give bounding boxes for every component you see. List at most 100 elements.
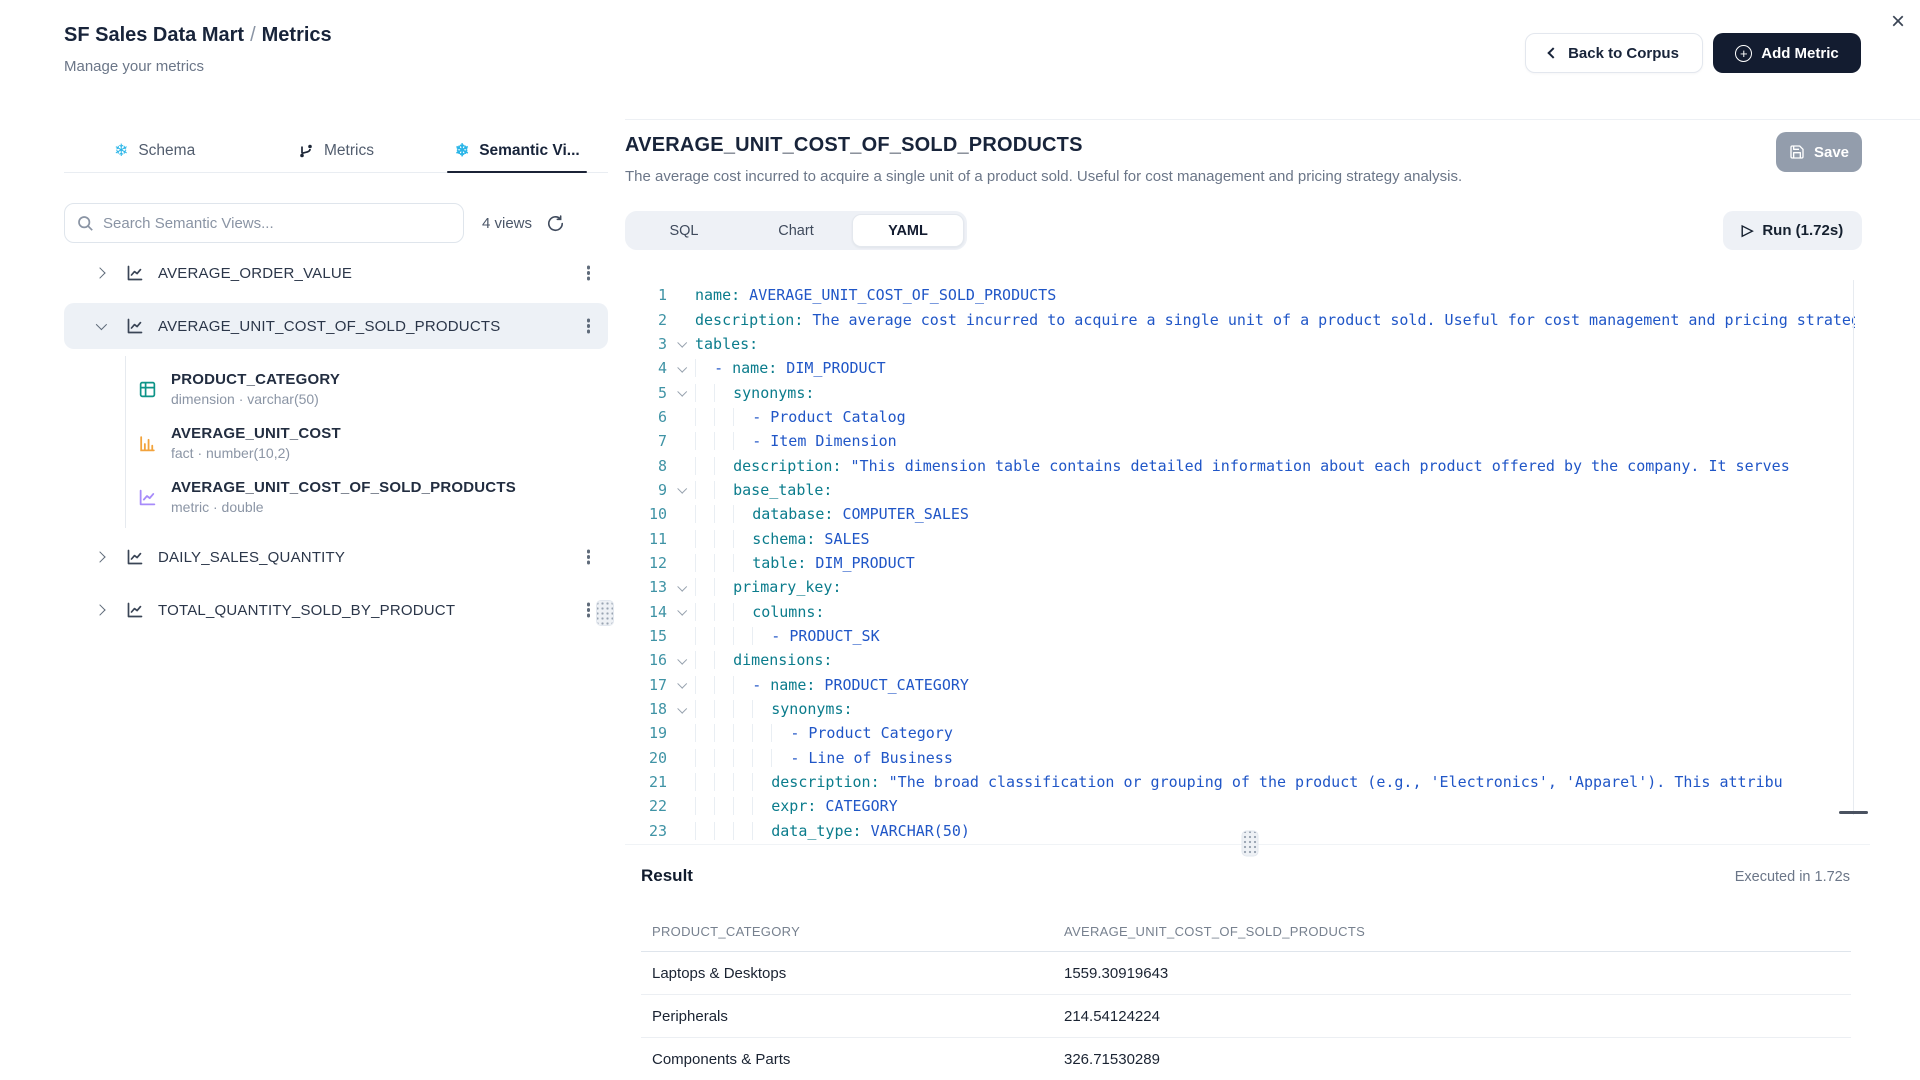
code-line[interactable]: 6 - Product Catalog bbox=[625, 405, 1855, 429]
table-cell: 214.54124224 bbox=[1053, 1008, 1851, 1025]
code-text: database: COMPUTER_SALES bbox=[695, 505, 1855, 523]
back-to-corpus-button[interactable]: Back to Corpus bbox=[1525, 33, 1703, 73]
fold-chevron-icon[interactable] bbox=[677, 338, 687, 348]
line-chart-icon bbox=[126, 548, 144, 566]
tree-row-total-quantity-sold-by-product[interactable]: TOTAL_QUANTITY_SOLD_BY_PRODUCT bbox=[64, 587, 608, 633]
table-cell: 1559.30919643 bbox=[1053, 965, 1851, 982]
save-button[interactable]: Save bbox=[1776, 132, 1862, 172]
fold-gutter bbox=[667, 657, 695, 664]
fold-chevron-icon[interactable] bbox=[677, 484, 687, 494]
line-number: 22 bbox=[625, 797, 667, 815]
tab-metrics[interactable]: Metrics bbox=[245, 129, 426, 172]
kebab-menu-icon[interactable] bbox=[587, 271, 591, 275]
code-line[interactable]: 5 synonyms: bbox=[625, 380, 1855, 404]
line-number: 11 bbox=[625, 530, 667, 548]
tab-semantic-views[interactable]: ❄ Semantic Vi... bbox=[427, 129, 608, 172]
code-line[interactable]: 22 expr: CATEGORY bbox=[625, 794, 1855, 818]
code-line[interactable]: 4 - name: DIM_PRODUCT bbox=[625, 356, 1855, 380]
code-line[interactable]: 12 table: DIM_PRODUCT bbox=[625, 551, 1855, 575]
code-line[interactable]: 2description: The average cost incurred … bbox=[625, 307, 1855, 331]
breadcrumb-current: Metrics bbox=[262, 24, 332, 46]
tab-sql[interactable]: SQL bbox=[628, 214, 740, 247]
line-number: 21 bbox=[625, 773, 667, 791]
tree-child-product-category[interactable]: PRODUCT_CATEGORY dimension · varchar(50) bbox=[138, 362, 608, 416]
line-number: 4 bbox=[625, 359, 667, 377]
view-tab-group: SQL Chart YAML bbox=[625, 211, 967, 250]
line-number: 6 bbox=[625, 408, 667, 426]
code-line[interactable]: 8 description: "This dimension table con… bbox=[625, 453, 1855, 477]
line-number: 14 bbox=[625, 603, 667, 621]
editor-horizontal-scrollbar-thumb[interactable] bbox=[1839, 811, 1868, 814]
line-number: 3 bbox=[625, 335, 667, 353]
views-count: 4 views bbox=[482, 215, 532, 232]
snowflake-icon: ❄ bbox=[455, 142, 469, 159]
fold-chevron-icon[interactable] bbox=[677, 655, 687, 665]
code-line[interactable]: 10 database: COMPUTER_SALES bbox=[625, 502, 1855, 526]
fold-chevron-icon[interactable] bbox=[677, 703, 687, 713]
code-line[interactable]: 17 - name: PRODUCT_CATEGORY bbox=[625, 673, 1855, 697]
yaml-editor[interactable]: 1 name: AVERAGE_UNIT_COST_OF_SOLD_PRODUCT… bbox=[625, 270, 1855, 846]
code-line[interactable]: 14 columns: bbox=[625, 599, 1855, 623]
refresh-icon[interactable] bbox=[546, 214, 565, 233]
breadcrumb-root[interactable]: SF Sales Data Mart bbox=[64, 24, 244, 46]
code-text: expr: CATEGORY bbox=[695, 797, 1855, 815]
code-line[interactable]: 16 dimensions: bbox=[625, 648, 1855, 672]
tab-yaml[interactable]: YAML bbox=[852, 214, 964, 247]
line-number: 20 bbox=[625, 749, 667, 767]
table-grid-icon bbox=[138, 380, 157, 399]
code-text: - Line of Business bbox=[695, 749, 1855, 767]
fold-chevron-icon[interactable] bbox=[677, 606, 687, 616]
fold-chevron-icon[interactable] bbox=[677, 582, 687, 592]
kebab-menu-icon[interactable] bbox=[587, 555, 591, 559]
chevron-down-icon[interactable] bbox=[96, 319, 107, 330]
line-number: 1 bbox=[625, 286, 667, 304]
code-line[interactable]: 11 schema: SALES bbox=[625, 526, 1855, 550]
run-label: Run (1.72s) bbox=[1762, 222, 1843, 239]
search-box[interactable] bbox=[64, 203, 464, 243]
tree-row-label: TOTAL_QUANTITY_SOLD_BY_PRODUCT bbox=[158, 602, 583, 619]
tree-child-meta: metric · double bbox=[171, 499, 516, 515]
code-line[interactable]: 21 description: "The broad classificatio… bbox=[625, 770, 1855, 794]
code-line[interactable]: 20 - Line of Business bbox=[625, 746, 1855, 770]
breadcrumb-separator: / bbox=[250, 24, 256, 46]
result-resize-handle[interactable] bbox=[1242, 831, 1259, 857]
chevron-right-icon[interactable] bbox=[94, 267, 105, 278]
code-text: name: AVERAGE_UNIT_COST_OF_SOLD_PRODUCTS bbox=[695, 286, 1855, 304]
code-line[interactable]: 19 - Product Category bbox=[625, 721, 1855, 745]
tree-child-average-unit-cost-of-sold-products[interactable]: AVERAGE_UNIT_COST_OF_SOLD_PRODUCTS metri… bbox=[138, 470, 608, 524]
tab-chart[interactable]: Chart bbox=[740, 214, 852, 247]
code-line[interactable]: 13 primary_key: bbox=[625, 575, 1855, 599]
code-text: - name: PRODUCT_CATEGORY bbox=[695, 676, 1855, 694]
add-metric-button[interactable]: + Add Metric bbox=[1713, 33, 1861, 73]
run-button[interactable]: ▷ Run (1.72s) bbox=[1723, 211, 1862, 250]
kebab-menu-icon[interactable] bbox=[587, 324, 591, 328]
chevron-right-icon[interactable] bbox=[94, 604, 105, 615]
close-icon[interactable]: × bbox=[1891, 8, 1905, 36]
editor-vertical-scrollbar[interactable] bbox=[1853, 280, 1854, 815]
line-number: 13 bbox=[625, 578, 667, 596]
metric-description: The average cost incurred to acquire a s… bbox=[625, 168, 1462, 185]
code-line[interactable]: 23 data_type: VARCHAR(50) bbox=[625, 819, 1855, 843]
tree-child-name: AVERAGE_UNIT_COST_OF_SOLD_PRODUCTS bbox=[171, 479, 516, 496]
panel-resize-handle[interactable] bbox=[596, 600, 614, 626]
code-line[interactable]: 9 base_table: bbox=[625, 478, 1855, 502]
tree-row-daily-sales-quantity[interactable]: DAILY_SALES_QUANTITY bbox=[64, 534, 608, 580]
code-line[interactable]: 1 name: AVERAGE_UNIT_COST_OF_SOLD_PRODUCT… bbox=[625, 283, 1855, 307]
kebab-menu-icon[interactable] bbox=[587, 608, 591, 612]
fold-chevron-icon[interactable] bbox=[677, 679, 687, 689]
fold-gutter bbox=[667, 365, 695, 372]
tree-row-label: DAILY_SALES_QUANTITY bbox=[158, 549, 583, 566]
code-line[interactable]: 15 - PRODUCT_SK bbox=[625, 624, 1855, 648]
fold-chevron-icon[interactable] bbox=[677, 387, 687, 397]
tree-row-average-unit-cost-of-sold-products[interactable]: AVERAGE_UNIT_COST_OF_SOLD_PRODUCTS bbox=[64, 303, 608, 349]
search-input[interactable] bbox=[103, 215, 451, 232]
code-line[interactable]: 3tables: bbox=[625, 332, 1855, 356]
fold-chevron-icon[interactable] bbox=[677, 363, 687, 373]
chevron-right-icon[interactable] bbox=[94, 551, 105, 562]
code-line[interactable]: 18 synonyms: bbox=[625, 697, 1855, 721]
tab-schema[interactable]: ❄ Schema bbox=[64, 129, 245, 172]
tree-child-average-unit-cost[interactable]: AVERAGE_UNIT_COST fact · number(10,2) bbox=[138, 416, 608, 470]
code-text: - Product Category bbox=[695, 724, 1855, 742]
tree-row-average-order-value[interactable]: AVERAGE_ORDER_VALUE bbox=[64, 250, 608, 296]
code-line[interactable]: 7 - Item Dimension bbox=[625, 429, 1855, 453]
